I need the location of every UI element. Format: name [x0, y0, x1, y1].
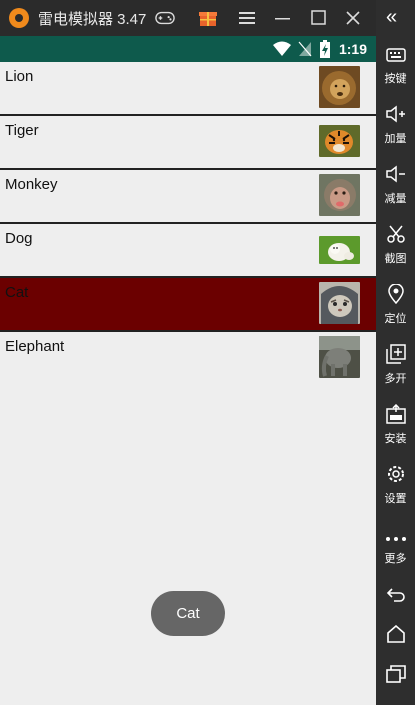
- list-item-label: Cat: [5, 284, 29, 301]
- android-status-bar: 1:19: [0, 36, 376, 62]
- sidebar-item-label: 按键: [384, 73, 407, 85]
- close-icon[interactable]: [343, 8, 363, 28]
- elephant-image: [319, 336, 360, 378]
- volume-down-icon: [376, 164, 415, 190]
- sidebar-item-label: 设置: [384, 493, 407, 505]
- sidebar-item-more[interactable]: 更多: [376, 524, 415, 576]
- emulator-sidebar: « 按键 加量 减量 截图 定位 多开 安装 设置 更多: [376, 0, 415, 705]
- sidebar-item-settings[interactable]: 设置: [376, 464, 415, 516]
- collapse-sidebar-icon[interactable]: «: [386, 6, 397, 29]
- list-item-cat[interactable]: Cat: [0, 278, 376, 332]
- no-sim-icon: [298, 41, 312, 62]
- more-icon: [376, 524, 415, 550]
- list-item-label: Monkey: [5, 176, 58, 193]
- multi-instance-icon: [376, 344, 415, 370]
- list-item-label: Tiger: [5, 122, 39, 139]
- sidebar-item-volume-down[interactable]: 减量: [376, 164, 415, 216]
- keyboard-icon: [376, 44, 415, 70]
- home-icon[interactable]: [376, 622, 415, 652]
- maximize-icon[interactable]: [309, 8, 329, 28]
- sidebar-item-keymap[interactable]: 按键: [376, 44, 415, 96]
- sidebar-item-label: 更多: [384, 553, 407, 565]
- status-time: 1:19: [338, 41, 367, 57]
- list-item-lion[interactable]: Lion: [0, 62, 376, 116]
- toast-message: Cat: [151, 591, 225, 636]
- sidebar-item-install-apk[interactable]: 安装: [376, 403, 415, 456]
- sidebar-item-screenshot[interactable]: 截图: [376, 224, 415, 276]
- sidebar-item-label: 减量: [384, 193, 407, 205]
- sidebar-item-label: 定位: [384, 313, 407, 325]
- sidebar-item-label: 多开: [384, 373, 407, 385]
- gear-icon: [376, 464, 415, 490]
- list-item-label: Elephant: [5, 338, 65, 355]
- volume-up-icon: [376, 104, 415, 130]
- dog-image: [319, 236, 360, 264]
- back-icon[interactable]: [376, 582, 415, 612]
- window-titlebar: 雷电模拟器 3.47: [0, 0, 378, 36]
- menu-icon[interactable]: [237, 8, 257, 28]
- sidebar-item-label: 安装: [384, 433, 407, 445]
- list-item-elephant[interactable]: Elephant: [0, 332, 376, 384]
- gift-icon[interactable]: [198, 8, 218, 28]
- sidebar-item-multi-instance[interactable]: 多开: [376, 344, 415, 396]
- list-item-tiger[interactable]: Tiger: [0, 116, 376, 170]
- scissors-icon: [376, 224, 415, 250]
- sidebar-item-label: 加量: [384, 133, 407, 145]
- list-item-label: Dog: [5, 230, 33, 247]
- location-icon: [376, 283, 415, 310]
- app-screen: Lion Tiger Monkey Dog Cat Elephant Cat: [0, 62, 376, 705]
- list-item-monkey[interactable]: Monkey: [0, 170, 376, 224]
- list-item-dog[interactable]: Dog: [0, 224, 376, 278]
- apk-install-icon: [376, 403, 415, 430]
- wifi-icon: [273, 41, 291, 62]
- sidebar-item-location[interactable]: 定位: [376, 283, 415, 336]
- cat-image: [319, 282, 360, 324]
- gamepad-icon[interactable]: [155, 8, 175, 28]
- app-logo-icon: [9, 8, 29, 28]
- monkey-image: [319, 174, 360, 216]
- list-item-label: Lion: [5, 68, 34, 85]
- battery-charging-icon: [320, 40, 330, 63]
- sidebar-item-label: 截图: [384, 253, 407, 265]
- app-title: 雷电模拟器 3.47: [38, 10, 147, 28]
- recent-apps-icon[interactable]: [376, 662, 415, 692]
- tiger-image: [319, 125, 360, 157]
- lion-image: [319, 66, 360, 108]
- sidebar-item-volume-up[interactable]: 加量: [376, 104, 415, 156]
- minimize-icon[interactable]: [273, 8, 293, 28]
